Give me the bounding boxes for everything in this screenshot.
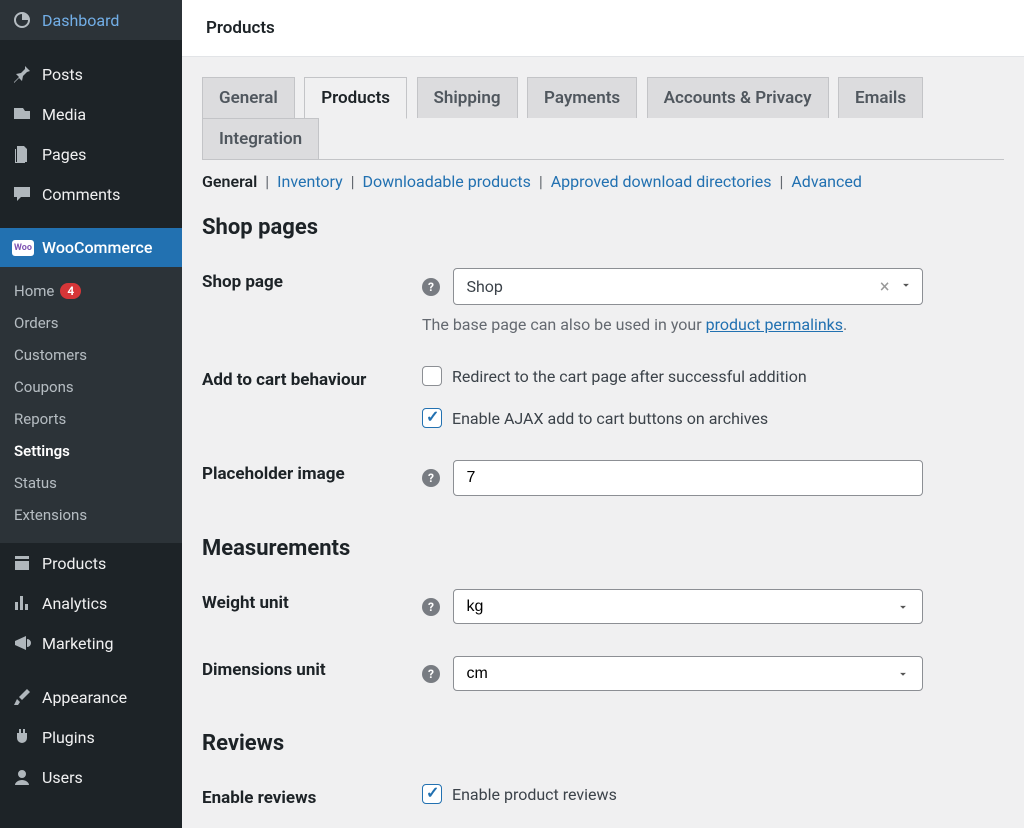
redirect-checkout-checkbox[interactable] [422, 366, 442, 386]
menu-woocommerce[interactable]: Woo WooCommerce [0, 228, 182, 267]
tab-payments[interactable]: Payments [527, 77, 637, 118]
products-subnav: General | Inventory | Downloadable produ… [202, 172, 1004, 191]
menu-label: Products [42, 554, 106, 573]
media-icon [12, 104, 32, 124]
tab-integration[interactable]: Integration [202, 118, 319, 159]
section-measurements-title: Measurements [202, 536, 1004, 561]
weight-unit-select[interactable]: kg [453, 589, 923, 624]
pin-icon [12, 64, 32, 84]
menu-label: Media [42, 105, 86, 124]
shop-page-select[interactable]: Shop × [453, 268, 923, 305]
menu-label: Dashboard [42, 11, 119, 30]
submenu-home[interactable]: Home 4 [0, 275, 182, 307]
settings-tabs: General Products Shipping Payments Accou… [202, 77, 1004, 160]
menu-analytics[interactable]: Analytics [0, 583, 182, 623]
help-icon[interactable]: ? [422, 278, 440, 296]
enable-reviews-cb-label[interactable]: Enable product reviews [452, 785, 617, 804]
enable-reviews-label: Enable reviews [202, 768, 422, 828]
menu-dashboard[interactable]: Dashboard [0, 0, 182, 40]
submenu-customers[interactable]: Customers [0, 339, 182, 371]
menu-products[interactable]: Products [0, 543, 182, 583]
user-icon [12, 767, 32, 787]
pages-icon [12, 144, 32, 164]
enable-reviews-checkbox[interactable] [422, 784, 442, 804]
clear-icon[interactable]: × [880, 276, 890, 297]
section-shop-pages-title: Shop pages [202, 215, 1004, 240]
menu-label: Pages [42, 145, 86, 164]
menu-label: Analytics [42, 594, 107, 613]
main-content: Products General Products Shipping Payme… [182, 0, 1024, 828]
submenu-extensions[interactable]: Extensions [0, 499, 182, 531]
notification-badge: 4 [60, 283, 81, 299]
subnav-general[interactable]: General [202, 172, 257, 191]
section-reviews-title: Reviews [202, 731, 1004, 756]
dimensions-unit-select[interactable]: cm [453, 656, 923, 691]
admin-sidebar: Dashboard Posts Media Pages Comments Woo… [0, 0, 182, 828]
submenu-status[interactable]: Status [0, 467, 182, 499]
subnav-download-dirs[interactable]: Approved download directories [551, 172, 772, 191]
menu-media[interactable]: Media [0, 94, 182, 134]
tab-products[interactable]: Products [304, 77, 407, 119]
help-icon[interactable]: ? [422, 598, 440, 616]
product-permalinks-link[interactable]: product permalinks [706, 315, 843, 334]
help-icon[interactable]: ? [422, 469, 440, 487]
submenu-settings[interactable]: Settings [0, 435, 182, 467]
menu-appearance[interactable]: Appearance [0, 677, 182, 717]
submenu-coupons[interactable]: Coupons [0, 371, 182, 403]
help-icon[interactable]: ? [422, 665, 440, 683]
ajax-cart-label[interactable]: Enable AJAX add to cart buttons on archi… [452, 409, 768, 428]
dashboard-icon [12, 10, 32, 30]
tab-emails[interactable]: Emails [838, 77, 923, 118]
shop-page-label: Shop page [202, 252, 422, 350]
subnav-advanced[interactable]: Advanced [791, 172, 862, 191]
menu-comments[interactable]: Comments [0, 174, 182, 214]
menu-label: Users [42, 768, 83, 787]
woocommerce-submenu: Home 4 Orders Customers Coupons Reports … [0, 267, 182, 543]
menu-label: WooCommerce [42, 238, 152, 257]
products-icon [12, 553, 32, 573]
marketing-icon [12, 633, 32, 653]
menu-label: Marketing [42, 634, 113, 653]
menu-label: Posts [42, 65, 83, 84]
weight-unit-label: Weight unit [202, 573, 422, 640]
menu-users[interactable]: Users [0, 757, 182, 797]
tab-general[interactable]: General [202, 77, 295, 118]
menu-posts[interactable]: Posts [0, 54, 182, 94]
add-to-cart-label: Add to cart behaviour [202, 350, 422, 444]
tab-shipping[interactable]: Shipping [417, 77, 518, 118]
submenu-reports[interactable]: Reports [0, 403, 182, 435]
menu-marketing[interactable]: Marketing [0, 623, 182, 663]
placeholder-image-input[interactable] [453, 460, 923, 496]
woo-icon: Woo [12, 240, 34, 256]
plugin-icon [12, 727, 32, 747]
page-title: Products [182, 0, 1024, 57]
dimensions-unit-label: Dimensions unit [202, 640, 422, 707]
menu-pages[interactable]: Pages [0, 134, 182, 174]
redirect-checkout-label[interactable]: Redirect to the cart page after successf… [452, 367, 807, 386]
comment-icon [12, 184, 32, 204]
chevron-down-icon[interactable] [899, 278, 913, 296]
menu-label: Comments [42, 185, 120, 204]
shop-page-help: The base page can also be used in your p… [422, 315, 1004, 334]
submenu-orders[interactable]: Orders [0, 307, 182, 339]
placeholder-image-label: Placeholder image [202, 444, 422, 512]
ajax-cart-checkbox[interactable] [422, 408, 442, 428]
menu-plugins[interactable]: Plugins [0, 717, 182, 757]
submenu-label: Home [14, 282, 54, 300]
brush-icon [12, 687, 32, 707]
analytics-icon [12, 593, 32, 613]
subnav-downloadable[interactable]: Downloadable products [363, 172, 531, 191]
menu-label: Plugins [42, 728, 95, 747]
tab-accounts-privacy[interactable]: Accounts & Privacy [647, 77, 829, 118]
menu-label: Appearance [42, 688, 127, 707]
subnav-inventory[interactable]: Inventory [277, 172, 343, 191]
